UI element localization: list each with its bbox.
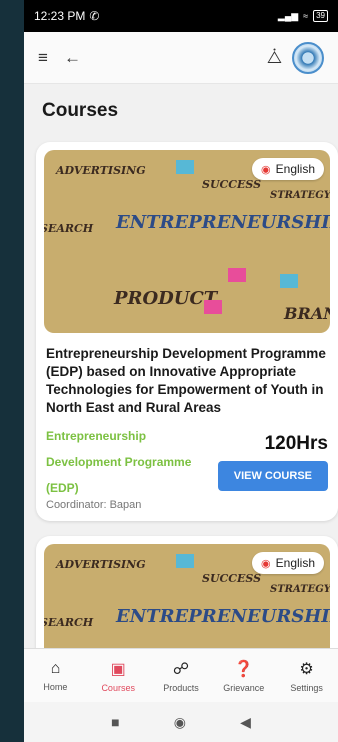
nav-home[interactable]: ⌂ Home xyxy=(24,649,87,702)
cart-icon: ☍ xyxy=(172,660,190,678)
app-bar: ≡ ← ⧊ xyxy=(24,32,338,84)
board-word: STRATEGY xyxy=(270,584,330,595)
nav-label: Settings xyxy=(290,682,323,693)
home-circle-icon[interactable]: ◉ xyxy=(174,714,186,731)
language-chip[interactable]: ◉ English xyxy=(252,552,324,574)
menu-icon[interactable]: ≡ xyxy=(38,48,64,68)
sticky-note xyxy=(280,274,298,288)
nav-products[interactable]: ☍ Products xyxy=(150,649,213,702)
board-word: BRAND xyxy=(284,304,330,323)
board-word: SEARCH xyxy=(44,222,94,235)
board-word: SUCCESS xyxy=(202,178,262,191)
wifi-icon: ≈ xyxy=(303,11,309,21)
board-word: ADVERTISING xyxy=(56,164,146,177)
course-hours: 120Hrs xyxy=(264,433,328,454)
system-navigation: ■ ◉ ◀ xyxy=(24,702,338,742)
bottom-navigation: ⌂ Home ▣ Courses ☍ Products ❓ Grievance … xyxy=(24,648,338,702)
logo-emblem[interactable] xyxy=(292,41,324,74)
course-card[interactable]: ADVERTISING SUCCESS STRATEGY SEARCH ENTR… xyxy=(36,536,338,666)
status-time: 12:23 PM xyxy=(34,9,86,23)
signal-icon: ▂▄▆ xyxy=(277,10,299,21)
battery-icon: 39 xyxy=(313,10,328,22)
whatsapp-icon: ✆ xyxy=(89,9,100,23)
back-triangle-icon[interactable]: ◀ xyxy=(240,714,251,731)
globe-icon: ◉ xyxy=(261,557,271,570)
board-word: STRATEGY xyxy=(270,190,330,201)
course-thumbnail[interactable]: ADVERTISING SUCCESS STRATEGY SEARCH ENTR… xyxy=(44,150,330,333)
back-arrow-icon[interactable]: ← xyxy=(64,48,90,68)
programme-name: Entrepreneurship Development Programme (… xyxy=(46,429,192,495)
home-icon: ⌂ xyxy=(50,659,61,677)
view-course-button[interactable]: VIEW COURSE xyxy=(217,461,328,491)
board-word: ENTREPRENEURSHIP xyxy=(116,212,330,233)
board-word: PRODUCT xyxy=(114,288,218,309)
nav-courses[interactable]: ▣ Courses xyxy=(87,649,150,702)
nav-label: Grievance xyxy=(223,682,265,693)
board-word: ENTREPRENEURSHIP xyxy=(116,606,330,627)
coordinator: Coordinator: Bapan xyxy=(46,499,142,511)
globe-icon: ◉ xyxy=(261,163,271,176)
language-label: English xyxy=(275,556,315,570)
sticky-note xyxy=(228,268,246,282)
language-label: English xyxy=(275,162,315,176)
nav-settings[interactable]: ⚙ Settings xyxy=(275,649,338,702)
course-title: Entrepreneurship Development Programme (… xyxy=(46,346,326,415)
book-icon: ▣ xyxy=(110,660,126,678)
board-word: SUCCESS xyxy=(202,572,262,585)
nav-label: Products xyxy=(163,682,199,693)
nav-label: Home xyxy=(43,681,68,692)
phone-screen: 12:23 PM ✆ ▂▄▆ ≈ 39 ≡ ← ⧊ Courses ADVERT… xyxy=(24,0,338,742)
nav-label: Courses xyxy=(101,682,135,693)
status-bar: 12:23 PM ✆ ▂▄▆ ≈ 39 xyxy=(24,0,338,32)
course-card[interactable]: ADVERTISING SUCCESS STRATEGY SEARCH ENTR… xyxy=(36,142,338,521)
board-word: SEARCH xyxy=(44,616,94,629)
board-word: ADVERTISING xyxy=(56,558,146,571)
sticky-note xyxy=(204,300,222,314)
sticky-note xyxy=(176,160,194,174)
share-icon[interactable]: ⧊ xyxy=(267,48,282,68)
gear-icon: ⚙ xyxy=(299,660,314,678)
sticky-note xyxy=(176,554,194,568)
page-title: Courses xyxy=(42,100,119,121)
help-icon: ❓ xyxy=(233,660,254,678)
nav-grievance[interactable]: ❓ Grievance xyxy=(212,649,275,702)
recents-icon[interactable]: ■ xyxy=(111,714,119,730)
language-chip[interactable]: ◉ English xyxy=(252,158,324,180)
